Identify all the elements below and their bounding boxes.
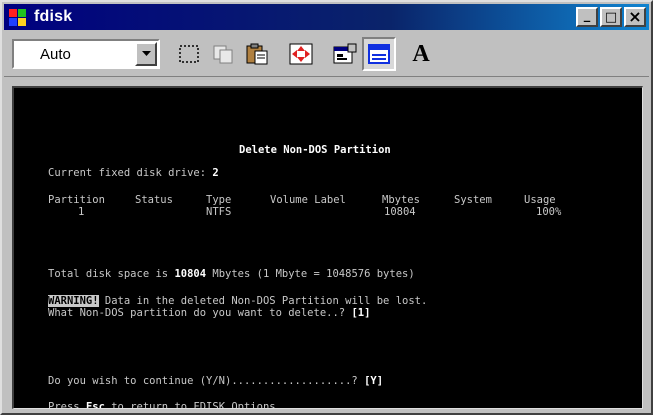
current-drive-line: Current fixed disk drive: 2	[48, 167, 219, 179]
minimize-button[interactable]: _	[576, 7, 598, 27]
console-screen[interactable]: Delete Non-DOS Partition Current fixed d…	[12, 86, 643, 409]
delete-question: What Non-DOS partition do you want to de…	[48, 307, 352, 319]
header-type: Type	[206, 194, 232, 206]
total-space-line: Total disk space is 10804 Mbytes (1 Mbyt…	[48, 268, 415, 280]
current-drive-value: 2	[212, 167, 219, 179]
header-partition: Partition	[48, 194, 105, 206]
properties-icon	[333, 43, 357, 64]
mark-button[interactable]	[172, 37, 206, 71]
header-usage: Usage	[524, 194, 556, 206]
total-space-suffix: Mbytes (1 Mbyte = 1048576 bytes)	[206, 268, 415, 280]
header-status: Status	[135, 194, 173, 206]
font-size-value: Auto	[40, 45, 71, 63]
row-type: NTFS	[206, 206, 232, 218]
header-system: System	[454, 194, 492, 206]
background-icon	[368, 44, 390, 64]
continue-line: Do you wish to continue (Y/N)...........…	[48, 375, 383, 387]
font-size-select[interactable]: Auto	[12, 39, 160, 69]
warning-text: Data in the deleted Non-DOS Partition wi…	[98, 295, 428, 307]
dropdown-button[interactable]	[135, 42, 157, 66]
title-bar[interactable]: fdisk _ □ ×	[4, 4, 649, 30]
total-space-prefix: Total disk space is	[48, 268, 175, 280]
close-button[interactable]: ×	[624, 7, 646, 27]
maximize-button[interactable]: □	[600, 7, 622, 27]
row-mbytes: 10804	[384, 206, 416, 218]
console-heading: Delete Non-DOS Partition	[239, 144, 391, 156]
fullscreen-icon	[289, 43, 313, 65]
copy-icon	[213, 45, 233, 64]
copy-button[interactable]	[206, 37, 240, 71]
maximize-icon: □	[604, 9, 618, 25]
header-volume-label: Volume Label	[270, 194, 346, 206]
fullscreen-button[interactable]	[284, 37, 318, 71]
mark-icon	[179, 45, 199, 63]
total-space-value: 10804	[174, 268, 207, 280]
font-icon: A	[412, 40, 430, 67]
window-title: fdisk	[34, 8, 73, 25]
close-icon: ×	[628, 7, 642, 26]
chevron-down-icon	[141, 51, 151, 56]
paste-icon	[246, 43, 268, 65]
properties-button[interactable]	[328, 37, 362, 71]
minimize-icon: _	[583, 7, 591, 23]
background-button[interactable]	[362, 37, 396, 71]
row-usage: 100%	[536, 206, 562, 218]
warning-label: WARNING!	[48, 295, 99, 307]
esc-suffix: to return to FDISK Options	[104, 401, 276, 409]
fdisk-window: fdisk _ □ × Auto A Delete Non-DOS Partit…	[0, 0, 653, 415]
row-partition: 1	[78, 206, 85, 218]
warning-line: WARNING! Data in the deleted Non-DOS Par…	[48, 295, 427, 307]
esc-prefix: Press	[48, 401, 86, 409]
delete-question-line: What Non-DOS partition do you want to de…	[48, 307, 370, 319]
header-mbytes: Mbytes	[382, 194, 420, 206]
toolbar: Auto A	[4, 32, 649, 77]
esc-hint-line: Press Esc to return to FDISK Options	[48, 401, 276, 409]
esc-key: Esc	[85, 401, 105, 409]
current-drive-label: Current fixed disk drive:	[48, 167, 207, 179]
continue-answer[interactable]: [Y]	[364, 375, 383, 387]
msdos-app-icon[interactable]	[8, 7, 30, 27]
font-button[interactable]: A	[404, 37, 438, 71]
delete-answer[interactable]: [1]	[351, 307, 370, 319]
paste-button[interactable]	[240, 37, 274, 71]
continue-prompt: Do you wish to continue (Y/N)...........…	[48, 375, 365, 387]
